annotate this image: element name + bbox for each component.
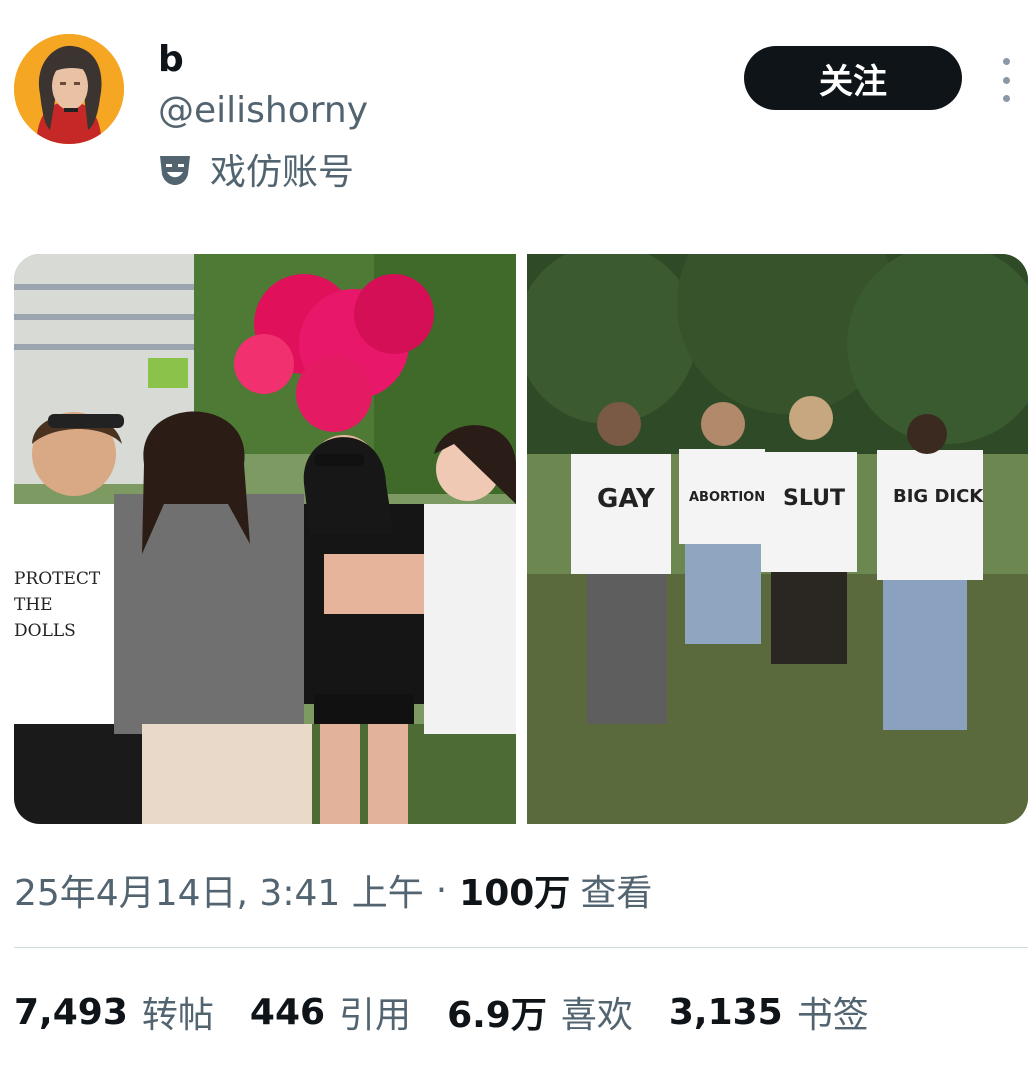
stat-count: 6.9万 [447,995,547,1036]
theater-mask-icon [160,156,190,185]
tweet-meta: 25年4月14日, 3:41 上午 · 100万 查看 [14,864,652,916]
stat-label: 书签 [796,995,869,1036]
photo-left[interactable]: PROTECT THE DOLLS [14,254,516,824]
shirt-text-gay: GAY [597,484,655,514]
stat-likes[interactable]: 6.9万 喜欢 [447,986,633,1038]
group-photo-right [527,254,1028,824]
stat-count: 446 [249,991,326,1033]
group-photo-left [14,254,516,824]
stat-label: 喜欢 [560,995,633,1036]
stat-count: 7,493 [14,991,128,1033]
avatar-image [14,34,124,144]
divider [14,947,1028,948]
user-handle[interactable]: @eilishorny [158,88,368,134]
stat-bookmarks[interactable]: 3,135 书签 [669,986,869,1038]
tweet-timestamp[interactable]: 25年4月14日, 3:41 上午 [14,864,424,916]
shirt-text-line: THE [14,595,53,615]
views-label: 查看 [580,873,653,914]
stat-label: 引用 [339,995,412,1036]
views-count: 100万 [459,873,571,914]
stat-count: 3,135 [668,991,783,1033]
more-options-icon[interactable] [994,58,1018,102]
display-name[interactable]: b [158,38,184,82]
stat-quotes[interactable]: 446 引用 [250,986,411,1038]
tweet-media: PROTECT THE DOLLS GAY ABORTION SLUT BIG … [14,254,1028,824]
shirt-text-big-dick: BIG DICK [893,486,984,507]
parody-label: 戏仿账号 [210,152,355,193]
avatar[interactable] [14,34,124,144]
shirt-text-slut: SLUT [783,486,845,511]
engagement-stats: 7,493 转帖 446 引用 6.9万 喜欢 3,135 书签 [14,986,905,1038]
shirt-text-line: PROTECT [14,569,101,589]
shirt-text-protect-the-dolls: PROTECT THE DOLLS [14,566,134,644]
shirt-text-line: DOLLS [14,621,76,641]
meta-separator: · [435,869,448,911]
stat-reposts[interactable]: 7,493 转帖 [14,986,214,1038]
follow-button[interactable]: 关注 [744,46,962,110]
photo-right[interactable]: GAY ABORTION SLUT BIG DICK [527,254,1028,824]
shirt-text-abortion: ABORTION [689,490,766,505]
parody-account-badge: 戏仿账号 [158,146,355,193]
stat-label: 转帖 [141,995,214,1036]
